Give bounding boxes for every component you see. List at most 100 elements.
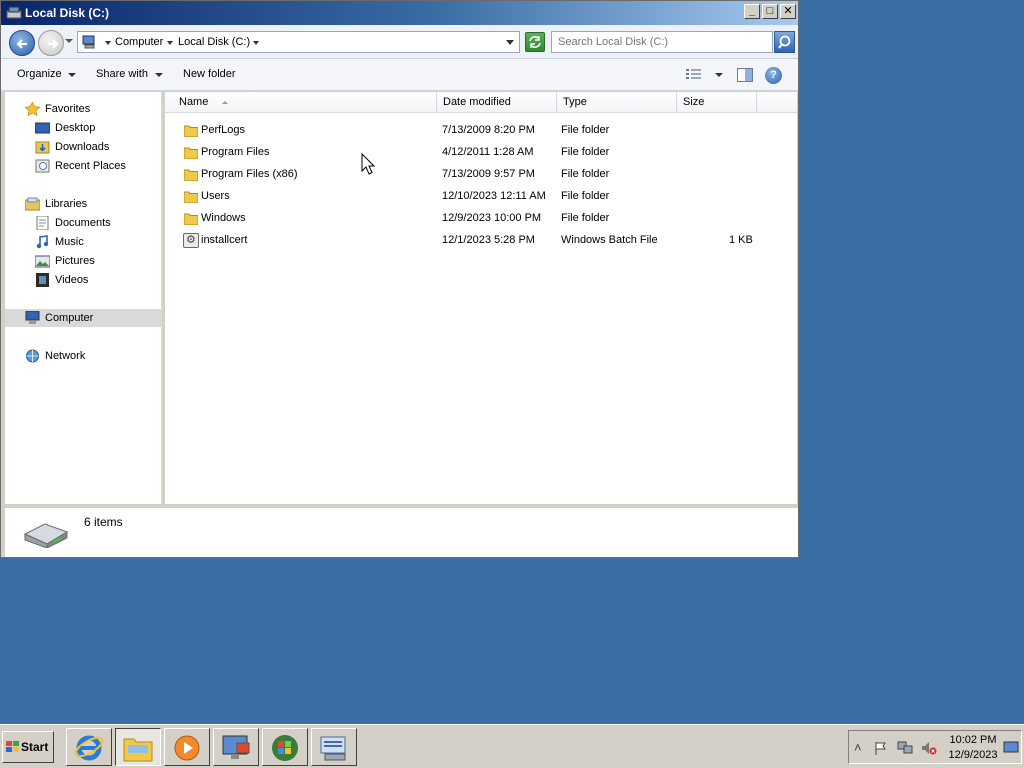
command-bar: Organize Share with New folder ? — [1, 59, 798, 91]
refresh-icon — [529, 36, 541, 48]
star-icon — [25, 102, 40, 116]
refresh-button[interactable] — [525, 32, 545, 52]
show-desktop-icon[interactable] — [1003, 741, 1019, 755]
windows-logo-icon — [6, 741, 19, 752]
file-date: 7/13/2009 8:20 PM — [442, 124, 535, 136]
file-row-windows[interactable]: Windows 12/9/2023 10:00 PM File folder — [165, 208, 797, 230]
file-type: File folder — [561, 124, 610, 136]
column-header-row: Name Date modified Type Size — [165, 92, 797, 113]
file-name: Windows — [201, 212, 246, 224]
file-type: File folder — [561, 212, 610, 224]
batch-file-icon — [183, 233, 199, 248]
sort-ascending-icon — [222, 101, 228, 104]
computer-icon — [82, 35, 95, 49]
file-date: 12/9/2023 10:00 PM — [442, 212, 542, 224]
breadcrumb-local-disk[interactable]: Local Disk (C:) — [178, 36, 250, 48]
file-size: 1 KB — [729, 234, 753, 246]
taskbar-windows-explorer[interactable] — [115, 728, 161, 766]
breadcrumb-arrow[interactable] — [253, 41, 259, 45]
folder-icon — [184, 125, 198, 137]
hard-drive-icon — [23, 523, 69, 548]
details-pane: 6 items — [5, 507, 798, 557]
folder-icon — [184, 191, 198, 203]
recent-places-icon — [35, 159, 50, 173]
taskbar-internet-explorer[interactable] — [66, 728, 112, 766]
forward-arrow-icon — [48, 39, 59, 49]
window-title: Local Disk (C:) — [25, 6, 110, 20]
forward-button[interactable] — [38, 30, 64, 56]
windows-orb-icon — [272, 735, 298, 761]
file-name: installcert — [201, 234, 248, 246]
libraries-icon — [25, 197, 40, 211]
back-arrow-icon — [16, 39, 27, 49]
file-row-installcert[interactable]: installcert 12/1/2023 5:28 PM Windows Ba… — [165, 230, 797, 252]
downloads-folder-icon — [35, 141, 50, 154]
help-button[interactable]: ? — [765, 67, 782, 84]
share-with-dropdown-arrow[interactable] — [155, 73, 163, 77]
file-type: File folder — [561, 146, 610, 158]
recent-pages-dropdown[interactable] — [65, 39, 73, 43]
folder-icon — [184, 213, 198, 225]
system-clock[interactable]: 10:02 PM 12/9/2023 — [943, 733, 1003, 763]
videos-icon — [36, 273, 49, 287]
start-button[interactable]: Start — [2, 731, 54, 763]
navigation-pane: Favorites Desktop Downloads Recent Place… — [5, 92, 162, 504]
breadcrumb-computer[interactable]: Computer — [115, 36, 163, 48]
minimize-button[interactable]: _ — [744, 4, 760, 19]
title-bar[interactable]: Local Disk (C:) _ □ ✕ — [1, 1, 798, 25]
close-button[interactable]: ✕ — [780, 4, 796, 19]
volume-muted-icon[interactable] — [921, 741, 937, 755]
organize-dropdown-arrow[interactable] — [68, 73, 76, 77]
new-folder-button[interactable]: New folder — [183, 68, 236, 80]
breadcrumb-arrow[interactable] — [105, 41, 111, 45]
preview-pane-icon[interactable] — [737, 68, 753, 82]
search-button[interactable] — [774, 31, 795, 53]
folder-icon — [184, 169, 198, 181]
search-icon — [778, 35, 791, 49]
action-center-flag-icon[interactable] — [873, 741, 889, 755]
taskbar-on-screen-keyboard[interactable] — [311, 728, 357, 766]
file-row-perflogs[interactable]: PerfLogs 7/13/2009 8:20 PM File folder — [165, 120, 797, 142]
mouse-cursor-icon — [361, 153, 375, 175]
column-header-date-modified[interactable]: Date modified — [437, 92, 557, 113]
view-options-dropdown-arrow[interactable] — [715, 73, 723, 77]
network-tray-icon[interactable] — [897, 741, 913, 755]
media-player-icon — [174, 735, 200, 761]
music-icon — [36, 235, 49, 249]
file-type: Windows Batch File — [561, 234, 658, 246]
file-row-program-files[interactable]: Program Files 4/12/2011 1:28 AM File fol… — [165, 142, 797, 164]
keyboard-icon — [320, 736, 346, 761]
address-history-dropdown[interactable] — [506, 40, 514, 45]
documents-icon — [36, 216, 49, 230]
search-input[interactable] — [552, 32, 772, 52]
show-hidden-icons-icon[interactable]: ˄ — [854, 741, 870, 755]
column-header-name[interactable]: Name — [173, 92, 437, 113]
file-type: File folder — [561, 168, 610, 180]
address-toolbar: Computer Local Disk (C:) — [1, 25, 798, 59]
maximize-button[interactable]: □ — [762, 4, 778, 19]
taskbar-windows-logo[interactable] — [262, 728, 308, 766]
remote-desktop-icon — [222, 735, 250, 759]
clock-time: 10:02 PM — [949, 734, 997, 746]
taskbar-remote-desktop[interactable] — [213, 728, 259, 766]
organize-button[interactable]: Organize — [17, 68, 62, 80]
share-with-button[interactable]: Share with — [96, 68, 148, 80]
taskbar-media-player[interactable] — [164, 728, 210, 766]
file-name: Users — [201, 190, 230, 202]
breadcrumb-arrow[interactable] — [167, 41, 173, 45]
back-button[interactable] — [9, 30, 35, 56]
file-date: 7/13/2009 9:57 PM — [442, 168, 535, 180]
file-date: 12/10/2023 12:11 AM — [442, 190, 546, 202]
search-box[interactable] — [551, 31, 773, 53]
file-row-program-files-x86[interactable]: Program Files (x86) 7/13/2009 9:57 PM Fi… — [165, 164, 797, 186]
column-header-size[interactable]: Size — [677, 92, 757, 113]
change-view-icon[interactable] — [686, 68, 702, 81]
file-row-users[interactable]: Users 12/10/2023 12:11 AM File folder — [165, 186, 797, 208]
file-name: Program Files (x86) — [201, 168, 298, 180]
pictures-icon — [35, 255, 50, 268]
column-header-type[interactable]: Type — [557, 92, 677, 113]
explorer-window: Local Disk (C:) _ □ ✕ Computer Local Dis… — [0, 0, 799, 558]
address-box[interactable]: Computer Local Disk (C:) — [77, 31, 520, 53]
file-name: PerfLogs — [201, 124, 246, 136]
windows-explorer-icon — [123, 738, 153, 762]
